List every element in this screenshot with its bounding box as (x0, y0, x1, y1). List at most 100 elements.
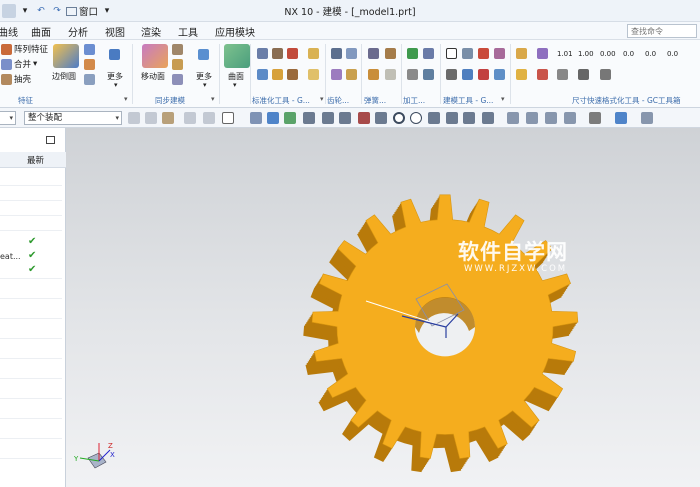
triangle-icon[interactable] (446, 48, 457, 59)
chamfer-icon[interactable] (84, 44, 95, 55)
snap-icon[interactable] (322, 112, 334, 124)
misc-tool-icon[interactable] (537, 48, 548, 59)
selection-tool-icon[interactable] (184, 112, 196, 124)
modeling-tool-icon[interactable] (462, 69, 473, 80)
dim-tool-icon[interactable] (600, 69, 611, 80)
modeling-tool-icon[interactable] (462, 48, 473, 59)
rectangle-select-icon[interactable] (222, 112, 234, 124)
view-tool-icon[interactable] (564, 112, 576, 124)
std-tool-icon[interactable] (287, 48, 298, 59)
menu-analysis[interactable]: 分析 (68, 24, 88, 39)
std-tool-icon[interactable] (272, 48, 283, 59)
snap-icon[interactable] (267, 112, 279, 124)
gear-tool-icon[interactable] (331, 69, 342, 80)
render-style-icon[interactable] (589, 112, 601, 124)
snap-icon[interactable] (358, 112, 370, 124)
modeling-tool-icon[interactable] (478, 69, 489, 80)
spring-tool-icon[interactable] (368, 69, 379, 80)
gear-tool-icon[interactable] (331, 48, 342, 59)
selection-tool-icon[interactable] (162, 112, 174, 124)
feature-name[interactable]: eat... (0, 252, 21, 261)
snap-icon[interactable] (339, 112, 351, 124)
menu-view[interactable]: 视图 (105, 24, 125, 39)
offset-region-icon[interactable] (172, 59, 183, 70)
unite-button[interactable]: 合并 ▾ (1, 58, 37, 70)
circle-center-snap-icon[interactable] (393, 112, 405, 124)
std-tool-icon[interactable] (308, 48, 319, 59)
dim-format-000-button[interactable]: 0.00 (600, 50, 616, 58)
group-expand-icon[interactable]: ▾ (124, 95, 128, 103)
machining-tool-icon[interactable] (407, 48, 418, 59)
modeling-tool-icon[interactable] (478, 48, 489, 59)
modeling-tool-icon[interactable] (494, 69, 505, 80)
view-tool-icon[interactable] (526, 112, 538, 124)
std-tool-icon[interactable] (272, 69, 283, 80)
edge-blend-icon[interactable] (53, 44, 79, 68)
surface-icon[interactable] (224, 44, 250, 68)
panel-maximize-icon[interactable] (46, 136, 55, 144)
machining-tool-icon[interactable] (423, 48, 434, 59)
dim-tool-icon[interactable] (557, 69, 568, 80)
dim-format-101-button[interactable]: 1.01 (557, 50, 573, 58)
dim-format-100-button[interactable]: 1.00 (578, 50, 594, 58)
move-face-icon[interactable] (142, 44, 168, 68)
misc-tool-icon[interactable] (516, 48, 527, 59)
gear-tool-icon[interactable] (346, 69, 357, 80)
selection-tool-icon[interactable] (145, 112, 157, 124)
command-search-input[interactable] (627, 24, 697, 38)
spring-tool-icon[interactable] (385, 69, 396, 80)
more-sync-icon[interactable] (198, 49, 209, 60)
modeling-tool-icon[interactable] (494, 48, 505, 59)
selection-tool-icon[interactable] (203, 112, 215, 124)
shell-button[interactable]: 抽壳 (1, 73, 31, 85)
replace-face-icon[interactable] (172, 74, 183, 85)
std-tool-icon[interactable] (287, 69, 298, 80)
view-triad[interactable]: Z Y X (73, 442, 115, 469)
snap-icon[interactable] (284, 112, 296, 124)
menu-render[interactable]: 渲染 (141, 24, 161, 39)
dim-tool-icon[interactable] (578, 69, 589, 80)
chevron-down-icon[interactable]: ▾ (320, 95, 324, 103)
menu-application[interactable]: 应用模块 (215, 24, 255, 39)
dim-format-00-button[interactable]: 0.0 (667, 50, 678, 58)
more-feature-icon[interactable] (109, 49, 120, 60)
misc-tool-icon[interactable] (537, 69, 548, 80)
spring-tool-icon[interactable] (385, 48, 396, 59)
snap-icon[interactable] (250, 112, 262, 124)
column-latest-header[interactable]: 最新 (27, 154, 44, 166)
pull-face-icon[interactable] (172, 44, 183, 55)
trim-body-icon[interactable] (84, 74, 95, 85)
gear-model[interactable]: Z Y X (66, 128, 700, 487)
spring-tool-icon[interactable] (368, 48, 379, 59)
filter-select[interactable]: ▾ (0, 111, 16, 125)
gear-tool-icon[interactable] (346, 48, 357, 59)
snap-icon[interactable] (482, 112, 494, 124)
modeling-tool-icon[interactable] (446, 69, 457, 80)
rotate-view-icon[interactable] (545, 112, 557, 124)
circle-snap-icon[interactable] (410, 112, 422, 124)
group-expand-icon[interactable]: ▾ (211, 95, 215, 103)
orient-view-icon[interactable] (615, 112, 627, 124)
view-tool-icon[interactable] (507, 112, 519, 124)
snap-icon[interactable] (303, 112, 315, 124)
machining-tool-icon[interactable] (423, 69, 434, 80)
menu-tools[interactable]: 工具 (178, 24, 198, 39)
snap-icon[interactable] (428, 112, 440, 124)
std-tool-icon[interactable] (308, 69, 319, 80)
menu-surface[interactable]: 曲面 (31, 24, 51, 39)
std-tool-icon[interactable] (257, 69, 268, 80)
pattern-feature-button[interactable]: 阵列特征 (1, 43, 48, 55)
snap-icon[interactable] (446, 112, 458, 124)
view-tool-icon[interactable] (641, 112, 653, 124)
assembly-scope-select[interactable]: 整个装配 ▾ (24, 111, 122, 125)
menu-curve[interactable]: 曲线 (0, 24, 18, 39)
dim-format-00-button[interactable]: 0.0 (645, 50, 656, 58)
misc-tool-icon[interactable] (516, 69, 527, 80)
snap-icon[interactable] (463, 112, 475, 124)
draft-icon[interactable] (84, 59, 95, 70)
snap-icon[interactable] (375, 112, 387, 124)
chevron-down-icon[interactable]: ▾ (501, 95, 505, 103)
dim-format-00-button[interactable]: 0.0 (623, 50, 634, 58)
selection-tool-icon[interactable] (128, 112, 140, 124)
machining-tool-icon[interactable] (407, 69, 418, 80)
